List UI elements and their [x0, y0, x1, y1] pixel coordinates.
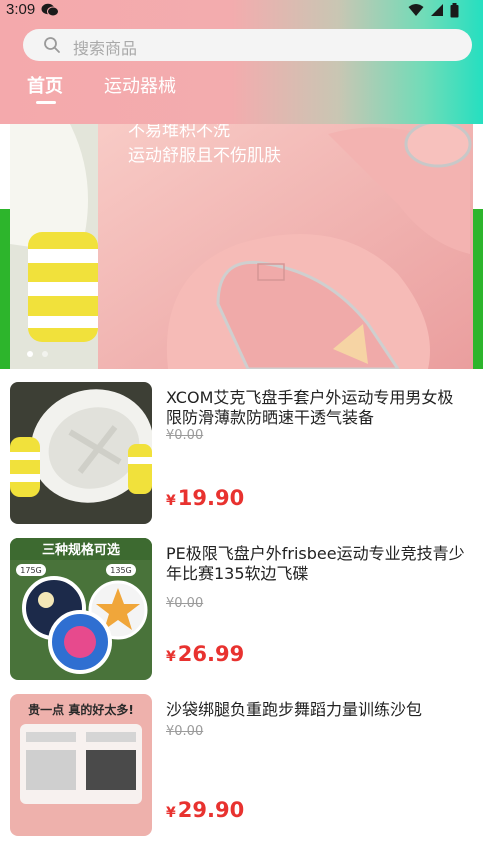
original-price: ¥0.00 [166, 724, 204, 739]
banner-prev-slide [10, 124, 98, 369]
original-price-value: 0.00 [174, 596, 204, 611]
product-image[interactable] [10, 382, 152, 524]
image-caption: 三种规格可选 [42, 542, 120, 558]
tab-home[interactable]: 首页 [27, 72, 63, 98]
sandbag-photo: 贵一点 真的好太多! [10, 694, 152, 836]
search-input[interactable]: 搜索商品 [23, 29, 472, 61]
banner-side-left [0, 209, 10, 369]
product-card[interactable]: XCOM艾克飞盘手套户外运动专用男女极限防滑薄款防晒速干透气装备 ¥0.00 ¥… [0, 382, 483, 532]
status-time: 3:09 [6, 1, 36, 18]
frisbee-glove-image [10, 124, 98, 369]
search-icon [44, 37, 60, 53]
price-value: 26.99 [177, 642, 245, 666]
banner-indicator [27, 351, 48, 357]
battery-icon [450, 2, 459, 17]
image-badge-135g: 135G [110, 566, 131, 575]
image-badge-175g: 175G [20, 566, 41, 575]
product-title[interactable]: 沙袋绑腿负重跑步舞蹈力量训练沙包 [166, 700, 466, 720]
status-bar: 3:09 [0, 0, 483, 22]
tab-sports-equipment[interactable]: 运动器械 [104, 72, 176, 98]
original-price-value: 0.00 [174, 428, 204, 443]
price: ¥26.99 [166, 642, 245, 666]
image-caption: 贵一点 真的好太多! [28, 702, 134, 717]
product-image[interactable]: 三种规格可选 175G 135G [10, 538, 152, 680]
wechat-icon [41, 3, 59, 17]
banner-side-right [473, 209, 483, 369]
tab-active-indicator [36, 101, 56, 104]
product-title[interactable]: PE极限飞盘户外frisbee运动专业竞技青少年比赛135软边飞碟 [166, 544, 466, 584]
product-card[interactable]: 三种规格可选 175G 135G PE极限飞盘户外frisbee运动专业竞技青少… [0, 538, 483, 688]
product-card[interactable]: 贵一点 真的好太多! 沙袋绑腿负重跑步舞蹈力量训练沙包 ¥0.00 ¥29.90 [0, 694, 483, 844]
product-title[interactable]: XCOM艾克飞盘手套户外运动专用男女极限防滑薄款防晒速干透气装备 [166, 388, 466, 428]
original-price-value: 0.00 [174, 724, 204, 739]
price-value: 19.90 [177, 486, 245, 510]
status-icons [408, 2, 459, 18]
banner-headline-1: 不易堆积不洗 [128, 124, 230, 141]
original-price: ¥0.00 [166, 596, 204, 611]
header: 3:09 搜索商品 首页 运动器械 [0, 0, 483, 124]
banner-headline-2: 运动舒服且不伤肌肤 [128, 146, 281, 166]
banner-carousel[interactable]: 不易堆积不洗 运动舒服且不伤肌肤 [10, 124, 473, 369]
product-image[interactable]: 贵一点 真的好太多! [10, 694, 152, 836]
search-placeholder: 搜索商品 [73, 39, 138, 58]
signal-icon [431, 4, 443, 16]
original-price: ¥0.00 [166, 428, 204, 443]
tab-bar: 首页 运动器械 [0, 72, 483, 112]
wifi-icon [408, 4, 424, 16]
frisbee-glove-photo [10, 382, 152, 524]
price: ¥29.90 [166, 798, 245, 822]
frisbee-set-photo: 三种规格可选 175G 135G [10, 538, 152, 680]
banner-dot-1[interactable] [27, 351, 33, 357]
banner-dot-2[interactable] [42, 351, 48, 357]
price: ¥19.90 [166, 486, 245, 510]
price-value: 29.90 [177, 798, 245, 822]
